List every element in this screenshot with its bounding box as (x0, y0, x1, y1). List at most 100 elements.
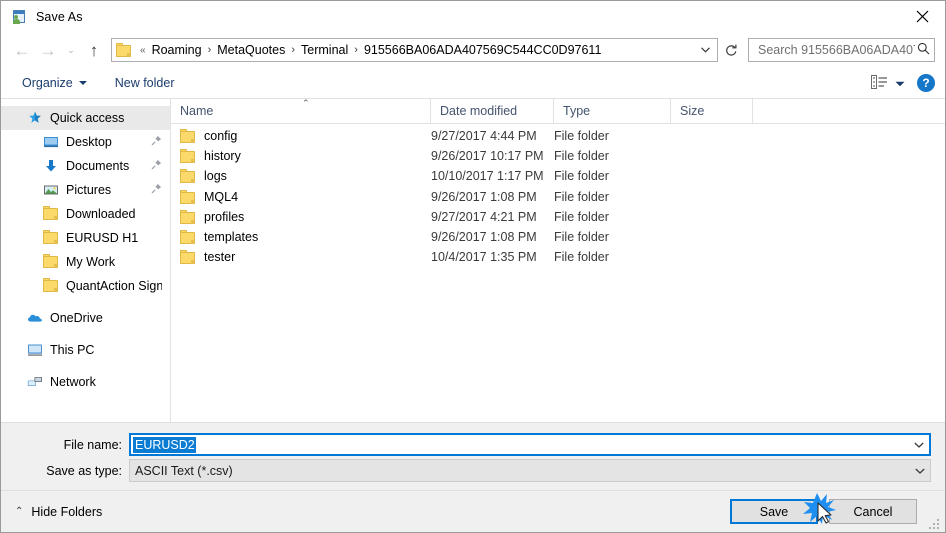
sidebar-item-downloaded[interactable]: Downloaded (1, 202, 170, 226)
sidebar-item-pictures[interactable]: Pictures (1, 178, 170, 202)
breadcrumb-separator[interactable]: › (288, 44, 298, 56)
sidebar-item-desktop[interactable]: Desktop (1, 130, 170, 154)
filetype-label: Save as type: (46, 463, 122, 478)
pin-icon[interactable] (151, 135, 162, 149)
row-name-cell: history (171, 149, 431, 164)
new-folder-label: New folder (114, 76, 175, 90)
breadcrumb-item-metaquotes[interactable]: MetaQuotes (214, 41, 288, 59)
row-type: File folder (554, 250, 609, 265)
chevron-down-icon[interactable] (909, 435, 929, 454)
navigation-bar: ← → ⌄ ↑ « Roaming › MetaQuotes › Termina… (1, 32, 945, 68)
help-icon[interactable]: ? (917, 74, 935, 92)
pin-icon[interactable] (151, 183, 162, 197)
table-row[interactable]: templates 9/26/2017 1:08 PM File folder (171, 227, 945, 247)
column-header-size[interactable]: Size (671, 99, 753, 123)
chevron-down-icon[interactable] (910, 460, 930, 481)
sidebar-item-documents[interactable]: Documents (1, 154, 170, 178)
sidebar-item-network[interactable]: Network (1, 370, 170, 394)
table-row[interactable]: profiles 9/27/2017 4:21 PM File folder (171, 207, 945, 227)
folder-icon (43, 230, 59, 246)
up-arrow-icon[interactable]: ↑ (81, 37, 107, 63)
search-icon[interactable] (917, 42, 930, 58)
breadcrumb-separator[interactable]: › (351, 44, 361, 56)
sort-ascending-icon: ⌃ (302, 99, 310, 108)
filetype-value: ASCII Text (*.csv) (135, 463, 233, 478)
sidebar-item-label: EURUSD H1 (66, 231, 139, 245)
filename-value: EURUSD2 (133, 436, 196, 453)
table-row[interactable]: config 9/27/2017 4:44 PM File folder (171, 126, 945, 146)
row-type: File folder (554, 129, 609, 144)
recent-glyph: ⌄ (67, 44, 75, 55)
search-input[interactable] (756, 42, 917, 58)
breadcrumb-item-terminal[interactable]: Terminal (298, 41, 351, 59)
new-folder-button[interactable]: New folder (108, 73, 182, 93)
pin-icon[interactable] (151, 159, 162, 173)
sidebar-item-label: Quick access (50, 111, 125, 125)
save-button[interactable]: Save (730, 499, 818, 524)
organize-label: Organize (22, 76, 73, 90)
organize-button[interactable]: Organize (15, 73, 94, 93)
column-header-date-label: Date modified (440, 104, 518, 118)
folder-icon (180, 230, 196, 245)
table-row[interactable]: tester 10/4/2017 1:35 PM File folder (171, 247, 945, 267)
dialog-body: Quick access Desktop Documents Pictures … (1, 99, 945, 422)
row-date: 10/10/2017 1:17 PM (431, 169, 544, 184)
breadcrumb-overflow[interactable]: « (137, 45, 149, 56)
cancel-button[interactable]: Cancel (829, 499, 917, 524)
sidebar-item-label: QuantAction Signal (66, 279, 162, 293)
column-headers: Name ⌃ Date modified Type Size (171, 99, 945, 124)
filetype-row: Save as type: ASCII Text (*.csv) (1, 459, 945, 482)
hide-folders-button[interactable]: ⌃ Hide Folders (15, 505, 102, 519)
table-row[interactable]: MQL4 9/26/2017 1:08 PM File folder (171, 187, 945, 207)
sidebar-item-my-work[interactable]: My Work (1, 250, 170, 274)
column-header-filler (753, 99, 945, 123)
breadcrumb-separator[interactable]: › (205, 44, 215, 56)
folder-icon (180, 189, 196, 204)
column-header-name[interactable]: Name ⌃ (171, 99, 431, 123)
footer-buttons: Save Cancel (730, 499, 931, 524)
row-date: 9/26/2017 1:08 PM (431, 189, 537, 204)
documents-download-icon (43, 158, 59, 174)
table-row[interactable]: logs 10/10/2017 1:17 PM File folder (171, 166, 945, 186)
sidebar-item-quantaction-signal[interactable]: QuantAction Signal (1, 274, 170, 298)
row-type: File folder (554, 230, 609, 245)
column-header-date-modified[interactable]: Date modified (431, 99, 554, 123)
title-bar: Save As (1, 1, 945, 32)
row-name: logs (204, 169, 227, 184)
row-name-cell: templates (171, 230, 431, 245)
back-arrow-icon[interactable]: ← (9, 37, 35, 63)
close-icon[interactable] (899, 1, 945, 32)
filename-input[interactable]: EURUSD2 (129, 433, 931, 456)
chevron-down-icon[interactable] (695, 39, 715, 61)
save-label: Save (759, 504, 789, 519)
search-box[interactable] (748, 38, 935, 62)
filetype-select[interactable]: ASCII Text (*.csv) (129, 459, 931, 482)
onedrive-cloud-icon (27, 310, 43, 326)
folder-icon (180, 250, 196, 265)
breadcrumb-item-roaming[interactable]: Roaming (149, 41, 205, 59)
table-row[interactable]: history 9/26/2017 10:17 PM File folder (171, 146, 945, 166)
row-name: tester (204, 250, 236, 265)
chevron-down-icon[interactable] (895, 76, 905, 90)
save-form: File name: EURUSD2 Save as type: ASCII T… (1, 422, 945, 490)
breadcrumb-item-terminal-id[interactable]: 915566BA06ADA407569C544CC0D97611 (361, 41, 604, 59)
view-layout-button[interactable] (871, 74, 905, 92)
sidebar-item-label: Network (50, 375, 96, 389)
resize-grip[interactable] (929, 517, 941, 529)
sidebar-item-eurusd-h1[interactable]: EURUSD H1 (1, 226, 170, 250)
sidebar-item-quick-access[interactable]: Quick access (1, 106, 170, 130)
recent-locations-chevron-icon[interactable]: ⌄ (61, 37, 81, 63)
window-title: Save As (36, 9, 83, 24)
chevron-down-icon (78, 81, 87, 85)
folder-icon (180, 129, 196, 144)
file-list-pane: Name ⌃ Date modified Type Size config 9/… (171, 99, 945, 422)
column-header-type[interactable]: Type (554, 99, 671, 123)
sidebar-item-this-pc[interactable]: This PC (1, 338, 170, 362)
forward-glyph: → (39, 40, 57, 60)
address-bar[interactable]: « Roaming › MetaQuotes › Terminal › 9155… (111, 38, 718, 62)
refresh-icon[interactable] (719, 38, 743, 62)
sidebar-item-onedrive[interactable]: OneDrive (1, 306, 170, 330)
forward-arrow-icon[interactable]: → (35, 37, 61, 63)
